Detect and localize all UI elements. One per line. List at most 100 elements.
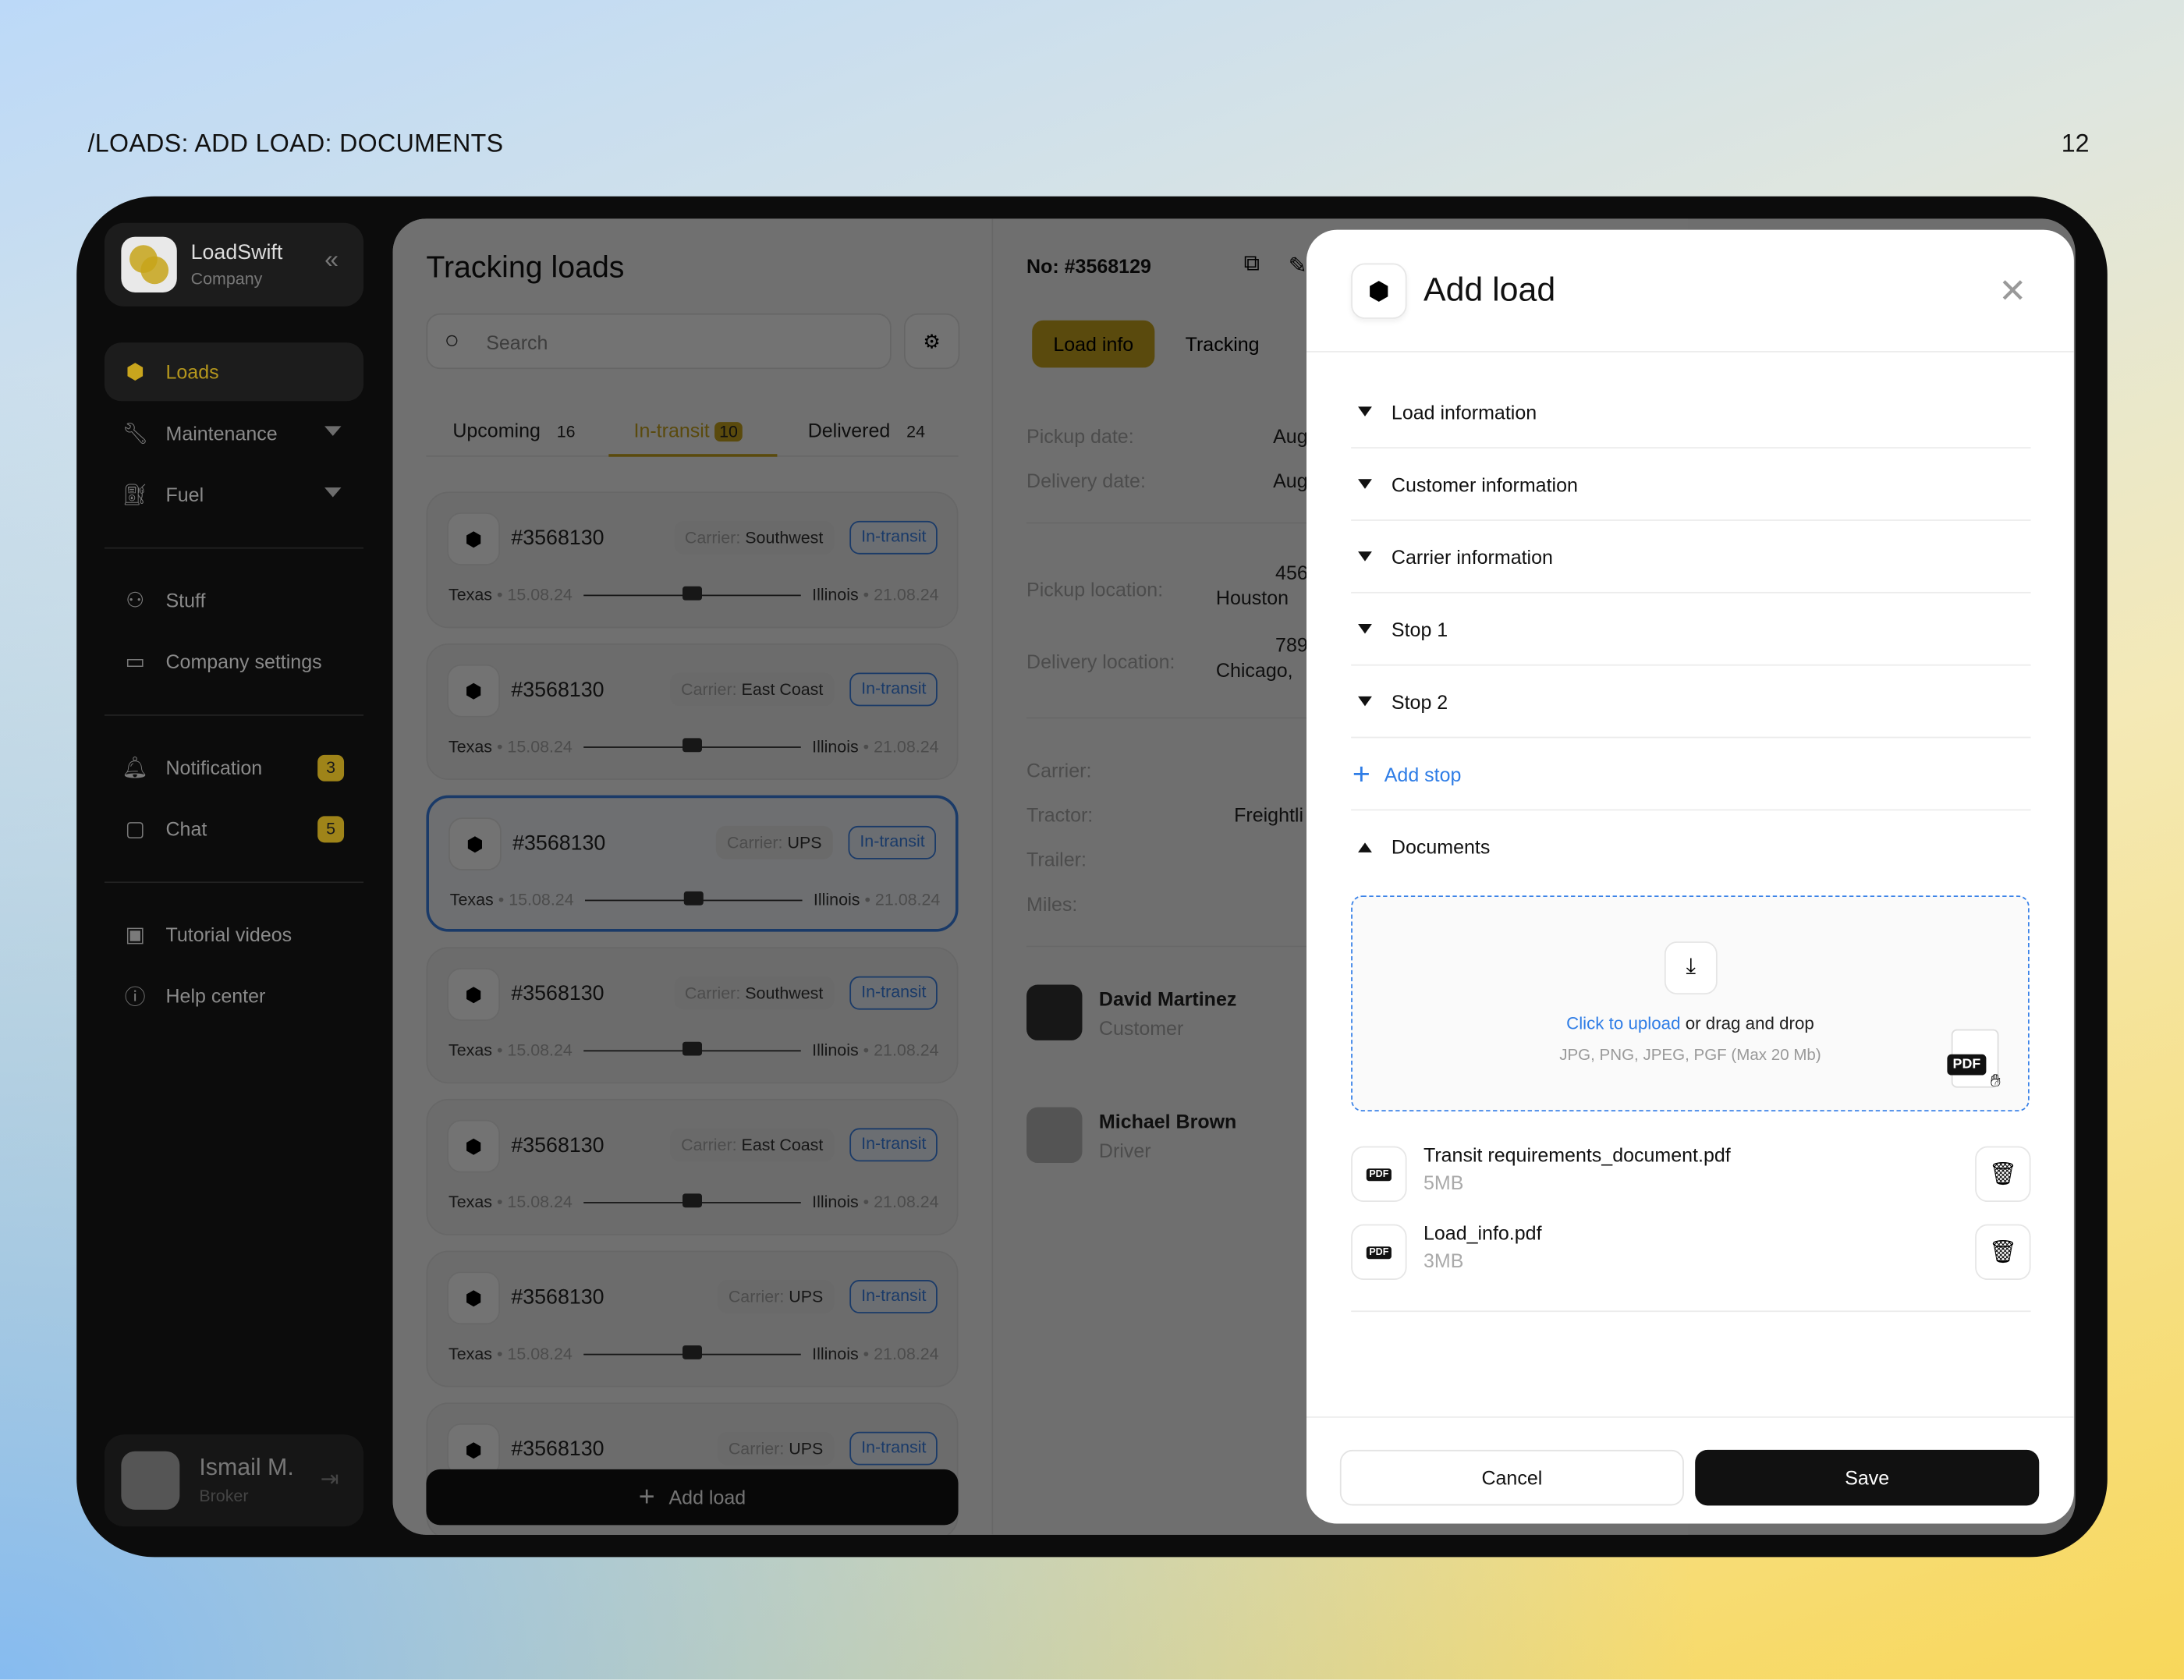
field-label: Trailer: — [1026, 848, 1087, 871]
add-stop-button[interactable]: + Add stop — [1351, 738, 2031, 811]
fuel-icon: ⛽︎ — [122, 483, 149, 507]
tab-upcoming[interactable]: Upcoming 16 — [452, 419, 575, 441]
pdf-file-icon: PDF — [1351, 1224, 1407, 1281]
load-card[interactable]: ⬢ #3568130 Carrier: Southwest In-transit… — [426, 947, 959, 1084]
notification-badge: 3 — [317, 754, 345, 782]
divider — [1306, 1416, 2074, 1418]
load-id: #3568130 — [511, 526, 604, 551]
edit-icon[interactable]: ✎ — [1289, 252, 1307, 280]
truck-icon — [682, 737, 702, 752]
route: Texas • 15.08.24 Illinois • 21.08.24 — [448, 584, 939, 604]
box-icon: ⬢ — [126, 360, 144, 385]
section-customer-information[interactable]: Customer information — [1351, 448, 2031, 521]
sidebar-item-label: Company settings — [165, 650, 322, 673]
customer-name: David Martinez — [1098, 987, 1237, 1010]
sidebar-item-fuel[interactable]: ⛽︎ Fuel — [105, 465, 363, 523]
route-line — [583, 737, 801, 752]
section-load-information[interactable]: Load information — [1351, 376, 2031, 448]
driver-name: Michael Brown — [1098, 1110, 1237, 1132]
delete-file-button[interactable]: 🗑︎ — [1975, 1224, 2031, 1281]
tab-delivered[interactable]: Delivered 24 — [808, 419, 925, 441]
truck-icon — [683, 890, 704, 905]
plus-icon: + — [1352, 755, 1370, 791]
tab-load-info[interactable]: Load info — [1032, 320, 1155, 368]
divider — [1306, 350, 2074, 353]
click-to-upload-link[interactable]: Click to upload — [1566, 1014, 1680, 1033]
load-card[interactable]: ⬢ #3568130 Carrier: UPS In-transit Texas… — [426, 1250, 959, 1388]
sidebar-item-maintenance[interactable]: 🔧︎ Maintenance — [105, 404, 363, 463]
page-breadcrumb: /LOADS: ADD LOAD: DOCUMENTS — [87, 129, 504, 158]
sidebar-item-tutorial-videos[interactable]: ▣ Tutorial videos — [105, 906, 363, 964]
avatar — [1026, 1107, 1083, 1164]
search-placeholder: Search — [486, 331, 548, 354]
chat-icon: ▢ — [125, 817, 145, 842]
section-stop-1[interactable]: Stop 1 — [1351, 594, 2031, 666]
chat-badge: 5 — [317, 816, 345, 843]
section-stop-2[interactable]: Stop 2 — [1351, 666, 2031, 739]
add-load-button[interactable]: + Add load — [426, 1469, 959, 1526]
file-size: 3MB — [1423, 1249, 1464, 1272]
sidebar-item-label: Loads — [165, 360, 219, 384]
sidebar-item-chat[interactable]: ▢ Chat 5 — [105, 799, 363, 858]
uploaded-file: PDF Transit requirements_document.pdf 5M… — [1351, 1138, 2031, 1210]
load-id: #3568130 — [511, 1285, 604, 1310]
user-profile[interactable]: Ismail M. Broker ⇥ — [104, 1434, 364, 1527]
carrier-tag: Carrier: Southwest — [673, 520, 835, 555]
truck-icon — [682, 585, 702, 600]
section-carrier-information[interactable]: Carrier information — [1351, 521, 2031, 594]
field-label: Tractor: — [1026, 803, 1094, 826]
save-button[interactable]: Save — [1695, 1449, 2040, 1506]
delete-file-button[interactable]: 🗑︎ — [1975, 1146, 2031, 1203]
sidebar-item-notification[interactable]: 🔔︎ Notification 3 — [105, 738, 363, 796]
close-icon[interactable]: ✕ — [1998, 271, 2026, 312]
route: Texas • 15.08.24 Illinois • 21.08.24 — [449, 890, 941, 910]
status-badge: In-transit — [849, 976, 938, 1010]
sidebar-item-label: Tutorial videos — [165, 923, 292, 946]
sidebar-item-label: Chat — [165, 817, 207, 840]
load-id: #3568130 — [512, 831, 606, 856]
chevron-down-icon — [1358, 406, 1372, 416]
field-value: Houston — [1215, 586, 1289, 609]
cancel-button[interactable]: Cancel — [1339, 1449, 1684, 1506]
tab-tracking[interactable]: Tracking — [1186, 333, 1260, 356]
sidebar-item-loads[interactable]: ⬢ Loads — [104, 342, 364, 402]
logout-icon[interactable]: ⇥ — [321, 1466, 339, 1494]
bell-icon: 🔔︎ — [122, 756, 149, 780]
box-icon: ⬢ — [447, 1119, 501, 1173]
load-card[interactable]: ⬢ #3568130 Carrier: East Coast In-transi… — [426, 643, 959, 780]
box-icon: ⬢ — [447, 512, 501, 565]
avatar — [1026, 984, 1083, 1040]
tab-in-transit[interactable]: In-transit 10 — [608, 413, 778, 457]
carrier-tag: Carrier: UPS — [717, 1280, 835, 1313]
field-label: Pickup location: — [1026, 578, 1164, 601]
sidebar-item-company-settings[interactable]: ▭ Company settings — [105, 633, 363, 691]
route-line — [583, 1345, 801, 1359]
route-line — [583, 1040, 801, 1055]
load-card[interactable]: ⬢ #3568130 Carrier: Southwest In-transit… — [426, 491, 959, 629]
filter-button[interactable]: ⚙︎ — [903, 313, 960, 370]
file-dropzone[interactable]: ⤓ Click to upload or drag and drop JPG, … — [1351, 895, 2030, 1111]
brand-subtitle: Company — [190, 268, 263, 289]
load-id: #3568130 — [511, 981, 604, 1006]
file-name: Transit requirements_document.pdf — [1423, 1143, 1731, 1166]
copy-icon[interactable]: ⧉ — [1244, 252, 1260, 277]
section-documents[interactable]: Documents — [1351, 810, 2030, 883]
customer-role: Customer — [1098, 1016, 1184, 1040]
uploaded-file: PDF Load_info.pdf 3MB 🗑︎ — [1351, 1216, 2031, 1288]
file-name: Load_info.pdf — [1423, 1221, 1542, 1244]
route: Texas • 15.08.24 Illinois • 21.08.24 — [448, 1040, 939, 1060]
field-value: 789 — [1275, 633, 1308, 657]
collapse-icon[interactable]: « — [324, 245, 339, 274]
load-id: #3568130 — [511, 1133, 604, 1157]
box-icon: ⬢ — [447, 1271, 501, 1325]
sidebar-item-stuff[interactable]: ⚇ Stuff — [105, 571, 363, 629]
grab-cursor-icon: ✋︎ — [1990, 1069, 2001, 1091]
load-card[interactable]: ⬢ #3568130 Carrier: UPS In-transit Texas… — [426, 795, 959, 932]
load-card[interactable]: ⬢ #3568130 Carrier: East Coast In-transi… — [426, 1098, 959, 1235]
status-badge: In-transit — [849, 1128, 938, 1162]
sidebar-item-help-center[interactable]: ⓘ Help center — [105, 966, 363, 1025]
brand-switcher[interactable]: LoadSwift Company « — [104, 222, 364, 307]
page-number: 12 — [2061, 129, 2090, 158]
search-input[interactable]: ○ Search — [426, 313, 892, 370]
chevron-down-icon — [1358, 479, 1372, 489]
